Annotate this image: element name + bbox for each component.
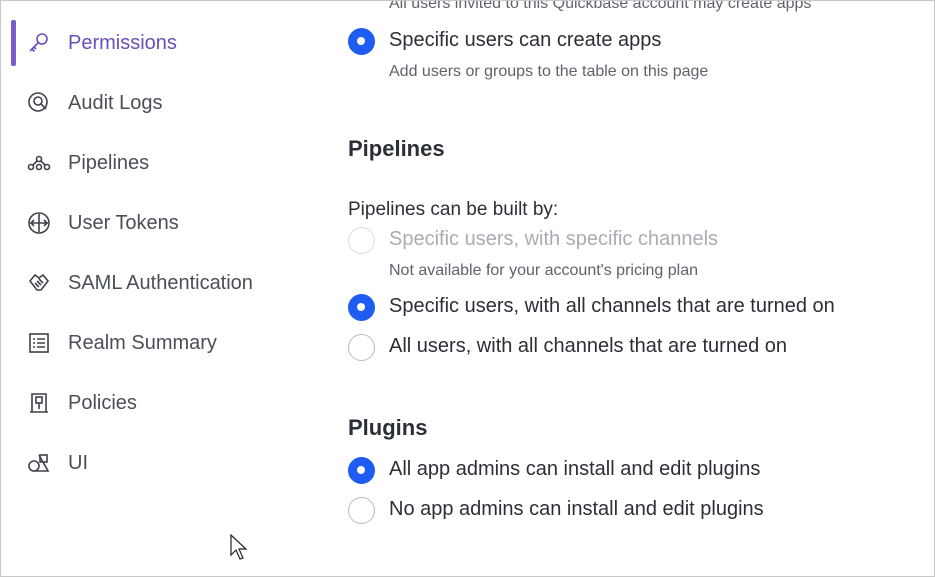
pipelines-section-title: Pipelines <box>348 136 445 161</box>
radio-button[interactable] <box>348 334 375 361</box>
radio-button[interactable] <box>348 28 375 55</box>
radio-button <box>348 227 375 254</box>
key-icon <box>27 31 51 55</box>
token-icon <box>27 211 51 235</box>
sidebar-item-pipelines[interactable]: Pipelines <box>1 140 291 186</box>
policy-icon <box>27 391 51 415</box>
sidebar-item-label: Permissions <box>68 32 177 54</box>
radio-pipelines-all-users-all-channels[interactable]: All users, with all channels that are tu… <box>348 333 928 363</box>
sidebar-item-audit-logs[interactable]: Audit Logs <box>1 80 291 126</box>
radio-label: All app admins can install and edit plug… <box>389 458 761 480</box>
radio-label: Specific users, with all channels that a… <box>389 295 835 317</box>
sidebar-item-label: Policies <box>68 392 137 414</box>
settings-content: All users invited to this Quickbase acco… <box>348 0 933 576</box>
radio-plugins-all-admins[interactable]: All app admins can install and edit plug… <box>348 456 928 486</box>
radio-label: All users, with all channels that are tu… <box>389 335 787 357</box>
sidebar-item-label: Realm Summary <box>68 332 217 354</box>
radio-pipelines-specific-channels[interactable]: Specific users, with specific channels <box>348 226 928 256</box>
radio-pipelines-specific-users-all-channels[interactable]: Specific users, with all channels that a… <box>348 293 928 323</box>
sidebar: Permissions Audit Logs Pipelines User To… <box>1 1 301 576</box>
sidebar-item-realm-summary[interactable]: Realm Summary <box>1 320 291 366</box>
shapes-icon <box>27 451 51 475</box>
radio-button[interactable] <box>348 497 375 524</box>
create-apps-all-users-help: All users invited to this Quickbase acco… <box>389 0 812 12</box>
radio-label: Specific users, with specific channels <box>389 228 719 250</box>
sidebar-item-policies[interactable]: Policies <box>1 380 291 426</box>
radio-button[interactable] <box>348 457 375 484</box>
pipelines-built-by-label: Pipelines can be built by: <box>348 199 559 220</box>
specific-users-help: Add users or groups to the table on this… <box>389 63 709 80</box>
radio-specific-users-create-apps[interactable]: Specific users can create apps <box>348 27 928 57</box>
handshake-icon <box>27 271 51 295</box>
sidebar-item-label: UI <box>68 452 88 474</box>
sidebar-item-label: SAML Authentication <box>68 272 253 294</box>
window-frame: Permissions Audit Logs Pipelines User To… <box>0 0 935 577</box>
sidebar-item-saml-authentication[interactable]: SAML Authentication <box>1 260 291 306</box>
sidebar-item-label: Pipelines <box>68 152 150 174</box>
mouse-cursor-icon <box>230 534 248 560</box>
sidebar-item-user-tokens[interactable]: User Tokens <box>1 200 291 246</box>
radio-label: Specific users can create apps <box>389 29 662 51</box>
audit-search-icon <box>27 91 51 115</box>
sidebar-item-label: User Tokens <box>68 212 179 234</box>
sidebar-item-label: Audit Logs <box>68 92 163 114</box>
radio-button[interactable] <box>348 294 375 321</box>
radio-label: No app admins can install and edit plugi… <box>389 498 764 520</box>
sidebar-item-ui[interactable]: UI <box>1 440 291 486</box>
plugins-section-title: Plugins <box>348 415 428 440</box>
pricing-plan-help: Not available for your account's pricing… <box>389 262 698 279</box>
radio-plugins-no-admins[interactable]: No app admins can install and edit plugi… <box>348 496 928 526</box>
sidebar-item-permissions[interactable]: Permissions <box>1 20 291 66</box>
list-icon <box>27 331 51 355</box>
pipelines-icon <box>27 151 51 175</box>
